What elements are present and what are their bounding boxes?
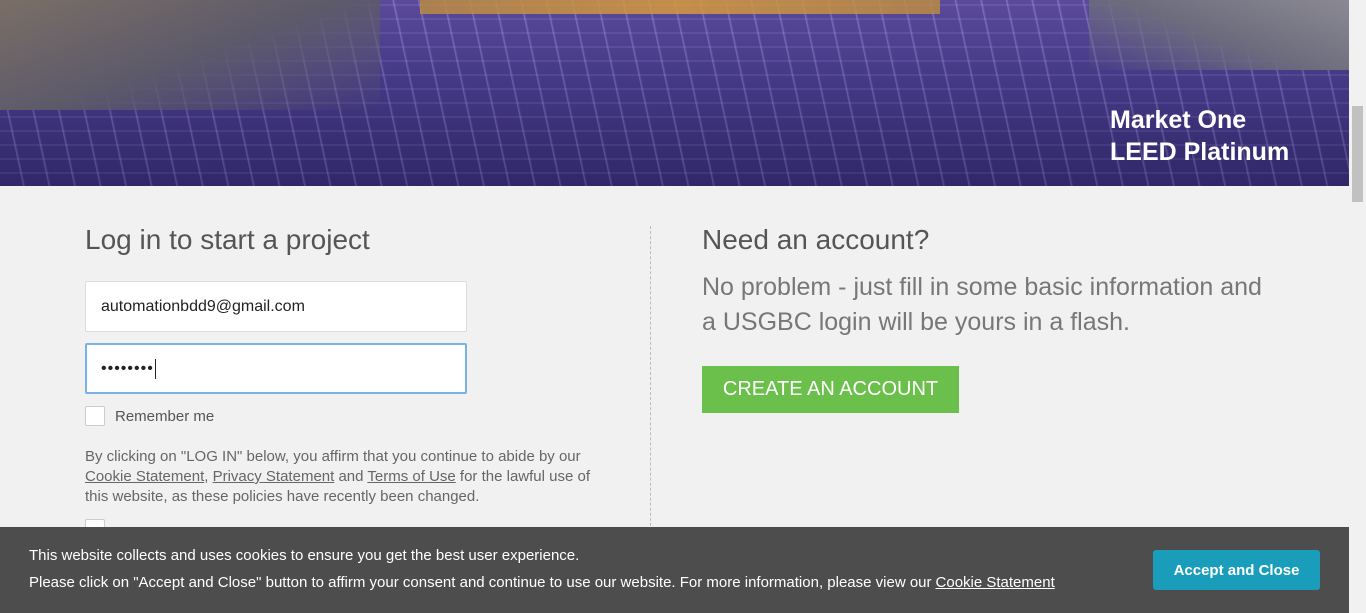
email-field[interactable]: automationbdd9@gmail.com — [85, 281, 467, 332]
hero-top-glow — [420, 0, 940, 14]
hero-caption-line1: Market One — [1110, 106, 1247, 134]
signup-title: Need an account? — [702, 224, 930, 255]
page-scrollbar[interactable] — [1349, 0, 1366, 613]
remember-me-checkbox[interactable] — [85, 406, 105, 426]
cookie-banner-line1: This website collects and uses cookies t… — [29, 547, 580, 564]
hero-ground-area — [0, 0, 380, 110]
accept-and-close-button[interactable]: Accept and Close — [1153, 550, 1320, 590]
cookie-banner-statement-link[interactable]: Cookie Statement — [936, 574, 1055, 591]
hero-caption-line2: LEED Platinum — [1110, 138, 1290, 166]
cookie-banner-line2-text: Please click on "Accept and Close" butto… — [29, 574, 932, 591]
terms-text: By clicking on "LOG IN" below, you affir… — [85, 447, 605, 507]
cookie-statement-link[interactable]: Cookie Statement — [85, 468, 204, 485]
text-caret — [154, 358, 156, 379]
remember-me-label: Remember me — [115, 408, 215, 425]
terms-comma: , — [204, 468, 213, 485]
terms-of-use-link[interactable]: Terms of Use — [367, 468, 455, 485]
hero-banner: Market One LEED Platinum — [0, 0, 1349, 186]
privacy-statement-link[interactable]: Privacy Statement — [213, 468, 335, 485]
cookie-banner-line2: Please click on "Accept and Close" butto… — [29, 574, 1055, 591]
password-value: •••••••• — [101, 359, 154, 377]
scrollbar-thumb[interactable] — [1352, 106, 1363, 202]
column-divider — [650, 226, 651, 536]
login-title: Log in to start a project — [85, 224, 370, 255]
password-field[interactable]: •••••••• — [85, 343, 467, 394]
cookie-banner: This website collects and uses cookies t… — [0, 527, 1349, 613]
terms-prefix: By clicking on "LOG IN" below, you affir… — [85, 448, 581, 465]
terms-and: and — [334, 468, 368, 485]
hero-ground-area-right — [1089, 0, 1349, 70]
signup-description: No problem - just fill in some basic inf… — [702, 273, 1262, 336]
create-account-button[interactable]: CREATE AN ACCOUNT — [702, 366, 959, 413]
hero-caption: Market One LEED Platinum — [1110, 104, 1289, 168]
email-value: automationbdd9@gmail.com — [101, 297, 305, 315]
